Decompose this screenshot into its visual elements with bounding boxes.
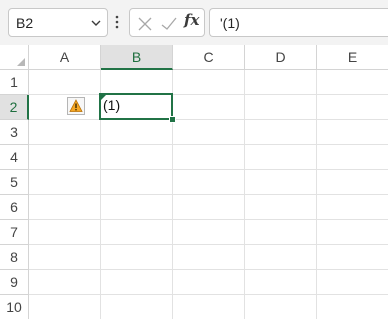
row-header-9[interactable]: 9	[0, 270, 29, 295]
name-box-value: B2	[16, 15, 34, 31]
row-header-7[interactable]: 7	[0, 220, 29, 245]
warning-icon	[69, 99, 83, 112]
active-cell-border	[99, 93, 173, 120]
name-box[interactable]: B2	[8, 8, 108, 37]
column-header-c[interactable]: C	[173, 45, 245, 70]
close-icon[interactable]	[136, 15, 154, 33]
row-header-1[interactable]: 1	[0, 70, 29, 95]
column-header-d[interactable]: D	[245, 45, 317, 70]
checkmark-icon[interactable]	[160, 15, 178, 33]
fill-handle[interactable]	[169, 116, 176, 123]
insert-function-button[interactable]: fx	[184, 11, 199, 29]
row-header-5[interactable]: 5	[0, 170, 29, 195]
column-header-a[interactable]: A	[29, 45, 101, 70]
row-header-4[interactable]: 4	[0, 145, 29, 170]
formula-bar: B2 fx '(1)	[0, 0, 388, 45]
formula-text: '(1)	[220, 15, 240, 31]
column-header-e[interactable]: E	[317, 45, 388, 70]
row-header-10[interactable]: 10	[0, 295, 29, 319]
select-all-triangle-icon	[17, 58, 25, 66]
formula-input[interactable]: '(1)	[209, 8, 388, 37]
formula-buttons: fx	[129, 8, 205, 37]
column-header-b[interactable]: B	[101, 45, 173, 70]
select-all-button[interactable]	[0, 45, 29, 70]
row-header-6[interactable]: 6	[0, 195, 29, 220]
error-check-button[interactable]	[67, 97, 85, 115]
excel-window: B2 fx '(1) A B C D E 1 2 3 4 5 6 7 8 9 1…	[0, 0, 388, 319]
row-header-8[interactable]: 8	[0, 245, 29, 270]
chevron-down-icon[interactable]	[89, 16, 103, 30]
worksheet-grid: A B C D E 1 2 3 4 5 6 7 8 9 10 (1)	[0, 45, 388, 319]
row-header-2[interactable]: 2	[0, 95, 29, 120]
row-header-3[interactable]: 3	[0, 120, 29, 145]
more-options-icon[interactable]	[114, 14, 120, 30]
